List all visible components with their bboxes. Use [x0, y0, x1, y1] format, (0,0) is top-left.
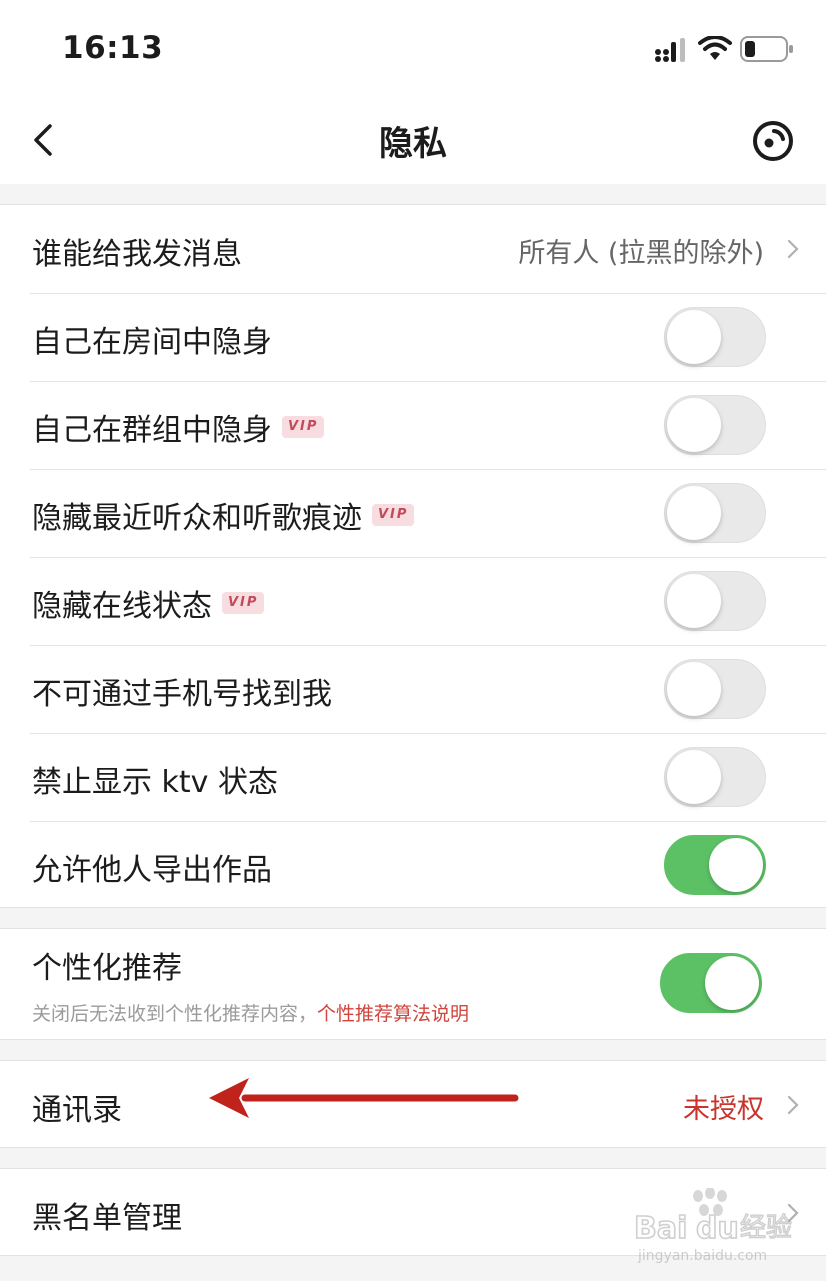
toggle-label: 自己在房间中隐身 [32, 325, 272, 360]
switch-knob [667, 750, 721, 804]
vip-badge: VIP [222, 592, 265, 614]
camera-lens-icon[interactable] [750, 118, 796, 164]
message-permission-value: 所有人 (拉黑的除外) [518, 238, 764, 269]
toggle-label: 不可通过手机号找到我 [32, 677, 332, 712]
vip-badge: VIP [282, 416, 325, 438]
switch-knob [709, 838, 763, 892]
annotation-arrow-icon [209, 1078, 519, 1118]
message-permission-row[interactable]: 谁能给我发消息 所有人 (拉黑的除外) [30, 205, 826, 294]
export-works-switch[interactable] [664, 835, 766, 895]
toggle-row-hide-listeners: 隐藏最近听众和听歌痕迹 VIP [30, 469, 826, 558]
status-bar: 16:13 [0, 0, 826, 96]
toggle-row-phone-search: 不可通过手机号找到我 [30, 645, 826, 734]
algorithm-explanation-link[interactable]: 个性推荐算法说明 [317, 1003, 469, 1025]
hide-listeners-switch[interactable] [664, 483, 766, 543]
toggle-label: 自己在群组中隐身 [32, 413, 272, 448]
wifi-icon [698, 36, 732, 60]
watermark-brand: Bai [634, 1211, 687, 1246]
switch-knob [667, 662, 721, 716]
toggle-row-room-invisible: 自己在房间中隐身 [30, 293, 826, 382]
privacy-settings-group: 谁能给我发消息 所有人 (拉黑的除外) 自己在房间中隐身 自己在群组中隐身 VI… [0, 204, 826, 908]
group-invisible-switch[interactable] [664, 395, 766, 455]
phone-search-switch[interactable] [664, 659, 766, 719]
switch-knob [705, 956, 759, 1010]
toggle-label: 允许他人导出作品 [32, 853, 272, 888]
personalized-label: 个性化推荐 [32, 951, 182, 986]
toggle-row-export-works: 允许他人导出作品 [30, 821, 826, 909]
hide-online-switch[interactable] [664, 571, 766, 631]
blacklist-label: 黑名单管理 [32, 1201, 182, 1236]
room-invisible-switch[interactable] [664, 307, 766, 367]
baidu-watermark: Bai du 经验 jingyan.baidu.com [632, 1187, 802, 1268]
toggle-row-ktv-status: 禁止显示 ktv 状态 [30, 733, 826, 822]
status-time: 16:13 [62, 30, 164, 66]
chevron-right-icon [787, 1095, 799, 1115]
vip-badge: VIP [372, 504, 415, 526]
toggle-label: 隐藏最近听众和听歌痕迹 [32, 501, 362, 536]
page-title: 隐私 [379, 124, 447, 164]
toggle-row-hide-online: 隐藏在线状态 VIP [30, 557, 826, 646]
toggle-row-group-invisible: 自己在群组中隐身 VIP [30, 381, 826, 470]
switch-knob [667, 486, 721, 540]
personalized-switch[interactable] [660, 953, 762, 1013]
battery-icon [740, 36, 793, 62]
message-permission-label: 谁能给我发消息 [32, 237, 242, 272]
cellular-signal-icon [655, 38, 685, 62]
switch-knob [667, 398, 721, 452]
chevron-right-icon [787, 239, 799, 259]
toggle-label: 隐藏在线状态 [32, 589, 212, 624]
toggle-label: 禁止显示 ktv 状态 [32, 765, 278, 800]
personalized-group: 个性化推荐 关闭后无法收到个性化推荐内容，个性推荐算法说明 [0, 928, 826, 1040]
baidu-paw-icon: Bai du 经验 jingyan.baidu.com [633, 1187, 793, 1264]
watermark-cn: 经验 [740, 1213, 792, 1243]
ktv-status-switch[interactable] [664, 747, 766, 807]
contacts-label: 通讯录 [32, 1093, 122, 1128]
watermark-url: jingyan.baidu.com [637, 1248, 767, 1264]
personalized-note: 关闭后无法收到个性化推荐内容，个性推荐算法说明 [32, 1003, 470, 1025]
contacts-status: 未授权 [683, 1094, 764, 1125]
switch-knob [667, 574, 721, 628]
switch-knob [667, 310, 721, 364]
navigation-bar: 隐私 [0, 96, 826, 184]
watermark-brand-du: du [696, 1211, 739, 1246]
